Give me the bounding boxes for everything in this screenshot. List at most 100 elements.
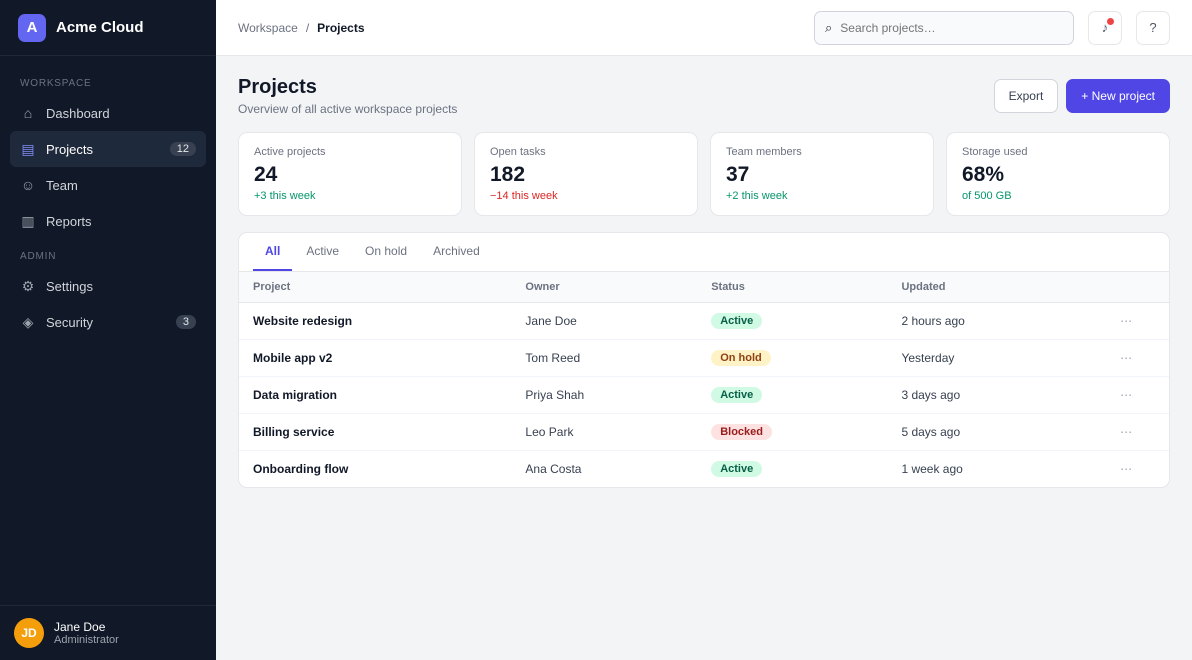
status-badge: Active	[711, 461, 763, 477]
project-name[interactable]: Data migration	[239, 376, 512, 414]
row-menu-button[interactable]: ⋯	[1083, 302, 1169, 340]
home-icon: ⌂	[23, 105, 33, 121]
row-menu-button[interactable]: ⋯	[1083, 413, 1169, 451]
project-owner: Tom Reed	[511, 339, 698, 377]
new-project-button[interactable]: + New project	[1066, 79, 1170, 113]
user-name: Jane Doe	[54, 620, 106, 634]
stat-value: 182	[490, 163, 526, 186]
notifications-button[interactable]: ♪	[1088, 10, 1122, 45]
table-header-row: Project Owner Status Updated	[239, 272, 1169, 303]
sidebar-item-label: Team	[46, 177, 78, 193]
shield-icon: ◈	[22, 313, 34, 330]
search-icon: ⌕	[825, 19, 833, 35]
sidebar-nav: Workspace ⌂ Dashboard ▤ Projects 12 ☺ Team ▥ Rep…	[0, 56, 216, 605]
column-header: Owner	[511, 272, 698, 303]
search-input[interactable]	[840, 20, 1063, 35]
project-name[interactable]: Billing service	[239, 413, 512, 451]
gear-icon: ⚙	[21, 277, 35, 294]
stats-row: Active projects 24 +3 this week Open tasks 1…	[238, 132, 1170, 216]
page-title: Projects	[238, 76, 317, 98]
column-header: Updated	[887, 272, 1084, 303]
tab-active[interactable]: Active	[294, 233, 351, 271]
project-name[interactable]: Website redesign	[239, 302, 512, 340]
more-icon: ⋯	[1120, 425, 1133, 439]
column-header: Project	[239, 272, 512, 303]
stat-delta: of 500 GB	[962, 190, 1012, 202]
status-cell: Blocked	[697, 413, 888, 451]
projects-card: All Active On hold Archived Project Owner Sta…	[238, 232, 1170, 488]
sidebar-item-label: Projects	[46, 141, 93, 157]
sidebar-item-badge: 12	[169, 142, 196, 156]
topbar: Workspace / Projects ⌕ ♪ ?	[216, 0, 1192, 56]
sidebar-item-label: Security	[46, 314, 93, 330]
content: Projects Overview of all active workspac…	[216, 56, 1192, 660]
nav-section-main: Workspace	[20, 78, 92, 89]
table-row[interactable]: Data migration Priya Shah Active 3 days ago…	[239, 376, 1169, 414]
row-menu-button[interactable]: ⋯	[1083, 451, 1169, 488]
project-name[interactable]: Mobile app v2	[239, 339, 512, 377]
row-menu-button[interactable]: ⋯	[1083, 376, 1169, 414]
updated-time: 1 week ago	[901, 462, 963, 476]
table-row[interactable]: Onboarding flow Ana Costa Active 1 week ago…	[239, 451, 1169, 488]
status-badge: On hold	[711, 350, 771, 366]
page-header: Projects Overview of all active workspac…	[238, 76, 1170, 116]
stat-card: Active projects 24 +3 this week	[238, 132, 462, 216]
status-cell: Active	[697, 451, 887, 488]
sidebar-item-label: Reports	[46, 213, 92, 229]
more-icon: ⋯	[1120, 462, 1133, 476]
status-badge: Active	[711, 313, 763, 329]
sidebar: A Acme Cloud Workspace ⌂ Dashboard ▤ Projec…	[0, 0, 216, 660]
brand-logo: A	[18, 13, 46, 42]
tab-all[interactable]: All	[253, 233, 293, 271]
status-tabs: All Active On hold Archived	[239, 233, 1169, 272]
stat-delta: +2 this week	[726, 190, 788, 202]
status-badge: Blocked	[711, 424, 772, 440]
more-icon: ⋯	[1120, 351, 1133, 365]
sidebar-item-reports[interactable]: ▥ Reports	[10, 203, 206, 239]
help-button[interactable]: ?	[1136, 10, 1170, 45]
stat-label: Active projects	[254, 146, 326, 158]
row-menu-button[interactable]: ⋯	[1083, 339, 1169, 377]
notification-dot	[1107, 17, 1114, 25]
brand[interactable]: A Acme Cloud	[0, 0, 216, 56]
stat-label: Team members	[726, 146, 802, 158]
tab-on-hold[interactable]: On hold	[353, 233, 419, 271]
sidebar-item-badge: 3	[175, 315, 196, 329]
sidebar-item-projects[interactable]: ▤ Projects 12	[10, 131, 206, 167]
crumb-current: Projects	[317, 20, 365, 35]
stat-delta: −14 this week	[490, 190, 558, 202]
project-owner: Jane Doe	[511, 302, 698, 340]
main: Workspace / Projects ⌕ ♪ ? Projects Over…	[216, 0, 1192, 660]
column-header	[1083, 272, 1169, 303]
updated-time: 2 hours ago	[887, 302, 1084, 340]
status-badge: Active	[711, 387, 763, 403]
sidebar-item-dashboard[interactable]: ⌂ Dashboard	[10, 95, 206, 131]
project-name[interactable]: Onboarding flow	[239, 451, 511, 488]
table-body: Website redesign Jane Doe Active 2 hours ag…	[239, 302, 1169, 488]
help-icon: ?	[1149, 20, 1157, 35]
export-button[interactable]: Export	[993, 79, 1059, 113]
crumb-separator: /	[305, 20, 310, 35]
page-subtitle: Overview of all active workspace project…	[238, 102, 458, 116]
sidebar-item-label: Settings	[46, 278, 93, 294]
stat-card: Open tasks 182 −14 this week	[474, 132, 698, 216]
table-row[interactable]: Website redesign Jane Doe Active 2 hours ag…	[239, 302, 1169, 340]
crumb-root[interactable]: Workspace	[238, 21, 298, 35]
stat-value: 24	[254, 163, 278, 186]
sidebar-item-settings[interactable]: ⚙ Settings	[10, 268, 206, 304]
updated-time: 5 days ago	[887, 413, 1084, 451]
stat-value: 68%	[962, 163, 1005, 186]
chart-icon: ▥	[21, 212, 35, 229]
sidebar-item-team[interactable]: ☺ Team	[10, 167, 206, 203]
table-row[interactable]: Mobile app v2 Tom Reed On hold Yesterday ⋯	[239, 339, 1169, 377]
status-cell: Active	[697, 302, 888, 340]
updated-time: 3 days ago	[887, 376, 1084, 414]
search-box[interactable]: ⌕	[814, 10, 1074, 45]
app-root: A Acme Cloud Workspace ⌂ Dashboard ▤ Projec…	[0, 0, 1192, 660]
current-user[interactable]: JD Jane Doe Administrator	[0, 605, 216, 660]
tab-archived[interactable]: Archived	[421, 233, 492, 271]
sidebar-item-security[interactable]: ◈ Security 3	[10, 304, 206, 340]
sidebar-item-label: Dashboard	[46, 105, 110, 121]
nav-section-admin: Admin	[20, 251, 57, 262]
table-row[interactable]: Billing service Leo Park Blocked 5 days ago…	[239, 413, 1169, 451]
